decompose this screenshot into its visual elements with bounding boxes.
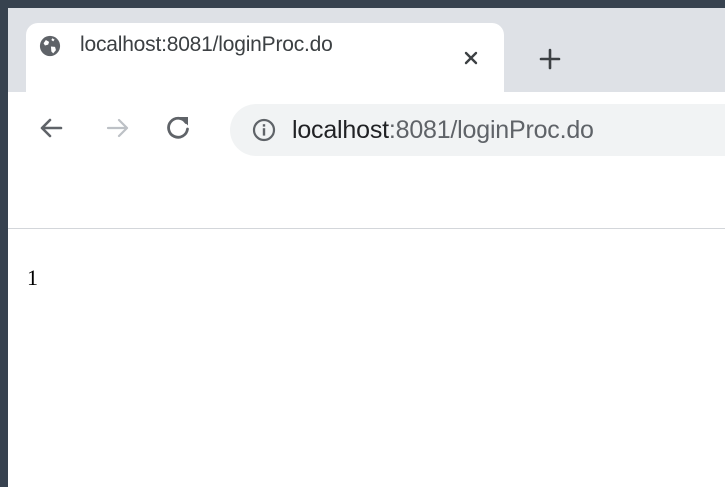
close-icon[interactable] xyxy=(461,48,481,68)
reload-icon[interactable] xyxy=(163,113,193,143)
tab-strip: localhost:8081/loginProc.do xyxy=(8,8,725,92)
browser-toolbar: localhost:8081/loginProc.do xyxy=(8,92,725,164)
arrow-right-icon[interactable] xyxy=(103,113,133,143)
address-url[interactable]: localhost:8081/loginProc.do xyxy=(292,116,594,144)
address-bar[interactable]: localhost:8081/loginProc.do xyxy=(230,104,725,156)
arrow-left-icon[interactable] xyxy=(36,113,66,143)
address-host: localhost xyxy=(292,116,389,144)
browser-window: localhost:8081/loginProc.do localhost:80… xyxy=(8,8,725,487)
page-body-text: 1 xyxy=(27,265,38,290)
info-icon[interactable] xyxy=(252,118,276,142)
toolbar-spacer xyxy=(8,164,725,229)
globe-icon xyxy=(39,35,61,57)
tab-title: localhost:8081/loginProc.do xyxy=(80,33,333,56)
plus-icon[interactable] xyxy=(538,47,562,71)
page-content: 1 xyxy=(8,229,725,487)
address-path: :8081/loginProc.do xyxy=(388,116,594,144)
